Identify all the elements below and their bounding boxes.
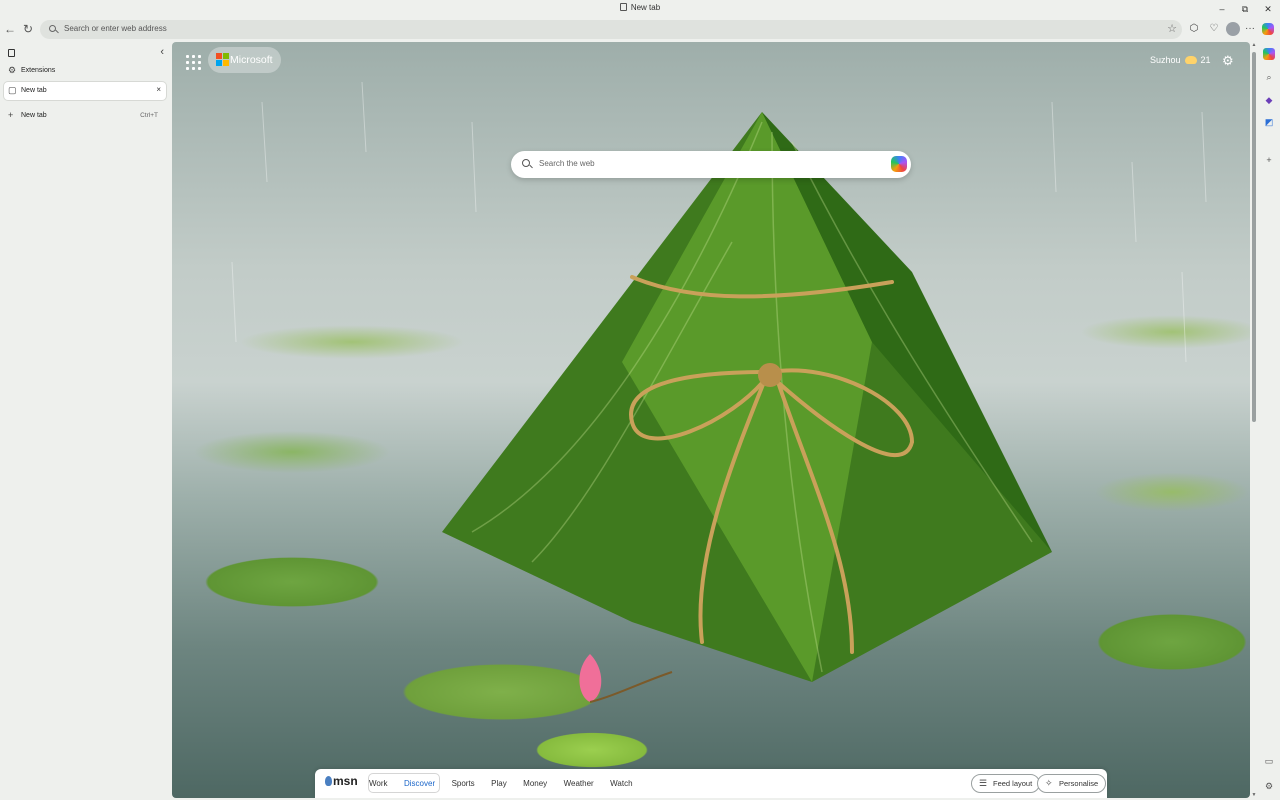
weather-widget[interactable]: Suzhou 21 <box>1150 55 1211 65</box>
screen-icon[interactable]: ▭ <box>1263 755 1275 767</box>
avatar[interactable] <box>1226 22 1240 36</box>
page-scrollbar[interactable]: ▲ ▼ <box>1251 42 1257 798</box>
star-icon[interactable]: ☆ <box>1167 22 1177 35</box>
collapse-panel-icon[interactable]: ‹ <box>160 46 164 58</box>
puzzle-icon[interactable]: ⬡ <box>1187 22 1201 36</box>
browser-essentials-icon[interactable]: ♡ <box>1207 22 1221 36</box>
sliders-icon: ☰ <box>979 778 988 788</box>
ms-logo-yellow <box>223 60 229 66</box>
refresh-icon[interactable]: ↻ <box>20 21 36 37</box>
puzzle-icon: ⚙ <box>8 65 17 75</box>
new-tab-page: Microsoft Suzhou 21 ⚙ Search the web msn … <box>172 42 1250 798</box>
browser-toolbar: ← ↻ Search or enter web address ☆ ⬡ ♡ ··… <box>0 18 1280 42</box>
feed-tab-group <box>368 773 440 793</box>
more-menu-button[interactable]: ··· <box>1243 22 1257 36</box>
tab-actions-icon[interactable] <box>8 49 15 57</box>
new-tab-label: New tab <box>21 112 47 119</box>
vertical-tab-extensions[interactable]: ⚙ Extensions <box>4 62 166 80</box>
feed-tab-money[interactable]: Money <box>518 774 552 794</box>
scroll-up-icon[interactable]: ▲ <box>1251 42 1257 48</box>
search-icon[interactable]: ⌕ <box>1263 71 1275 83</box>
search-icon <box>49 25 56 32</box>
vertical-tab-new-tab[interactable]: ▢ New tab × <box>4 82 166 100</box>
microsoft-logo-button[interactable]: Microsoft <box>208 47 281 73</box>
butterfly-icon <box>325 776 332 786</box>
feed-tab-weather[interactable]: Weather <box>559 774 599 794</box>
address-bar[interactable]: Search or enter web address ☆ <box>40 20 1182 39</box>
vertical-tabs-panel: ‹ ⚙ Extensions ▢ New tab × + New tab Ctr… <box>0 42 170 800</box>
tab-page-icon: ▢ <box>8 85 17 95</box>
app-launcher-icon[interactable] <box>186 55 202 71</box>
close-window-button[interactable]: ✕ <box>1257 2 1279 16</box>
feed-layout-button[interactable]: ☰ Feed layout <box>971 774 1041 793</box>
new-tab-shortcut: Ctrl+T <box>140 112 158 119</box>
shopping-icon[interactable]: ◆ <box>1263 94 1275 106</box>
new-tab-button[interactable]: + New tab Ctrl+T <box>4 107 166 125</box>
scroll-thumb[interactable] <box>1252 52 1256 422</box>
weather-temp: 21 <box>1200 55 1211 65</box>
close-tab-icon[interactable]: × <box>156 85 161 94</box>
address-placeholder: Search or enter web address <box>64 24 167 33</box>
translator-icon[interactable]: ◩ <box>1263 116 1275 128</box>
partly-cloudy-icon <box>1184 56 1197 64</box>
ms-logo-green <box>223 53 229 59</box>
feed-layout-label: Feed layout <box>993 779 1033 788</box>
search-placeholder: Search the web <box>539 159 595 168</box>
window-title-text: New tab <box>630 3 661 12</box>
browser-window: New tab – ⧉ ✕ ← ↻ Search or enter web ad… <box>0 0 1280 800</box>
gear-icon[interactable]: ⚙ <box>1222 53 1234 69</box>
feed-tab-watch[interactable]: Watch <box>605 774 637 794</box>
copilot-icon[interactable] <box>1263 48 1275 60</box>
personalise-label: Personalise <box>1059 779 1099 788</box>
feed-tabs: Work Discover Sports Play Money Weather … <box>364 773 640 793</box>
tab-label: Extensions <box>21 67 56 74</box>
tab-label: New tab <box>21 87 47 94</box>
minimize-button[interactable]: – <box>1211 2 1233 16</box>
web-search-box[interactable]: Search the web <box>511 151 911 178</box>
msn-logo[interactable]: msn <box>325 774 358 788</box>
gear-icon[interactable]: ⚙ <box>1263 780 1275 792</box>
back-arrow-icon[interactable]: ← <box>2 21 18 37</box>
ms-logo-blue <box>216 60 222 66</box>
sparkle-icon: ✧ <box>1045 778 1053 788</box>
weather-city: Suzhou <box>1150 55 1181 65</box>
vertical-tabs-header: ‹ <box>6 46 166 60</box>
copilot-icon[interactable] <box>891 156 907 172</box>
microsoft-brand-label: Microsoft <box>230 54 273 66</box>
restore-button[interactable]: ⧉ <box>1234 2 1256 16</box>
window-title: New tab <box>0 3 1280 12</box>
right-sidebar: ⌕ ◆ ◩ + ▭ ⚙ <box>1258 42 1280 800</box>
tab-page-icon <box>619 3 627 11</box>
title-bar: New tab – ⧉ ✕ <box>0 0 1280 18</box>
plus-icon[interactable]: + <box>1263 154 1275 166</box>
scroll-down-icon[interactable]: ▼ <box>1251 792 1257 798</box>
search-icon <box>522 159 530 167</box>
copilot-icon[interactable] <box>1262 23 1274 35</box>
ms-logo-red <box>216 53 222 59</box>
msn-brand-label: msn <box>333 774 358 788</box>
feed-bar: msn Work Discover Sports Play Money Weat… <box>315 769 1107 798</box>
personalise-button[interactable]: ✧ Personalise <box>1037 774 1107 793</box>
plus-icon: + <box>8 110 14 120</box>
feed-tab-sports[interactable]: Sports <box>447 774 480 794</box>
feed-tab-play[interactable]: Play <box>486 774 512 794</box>
